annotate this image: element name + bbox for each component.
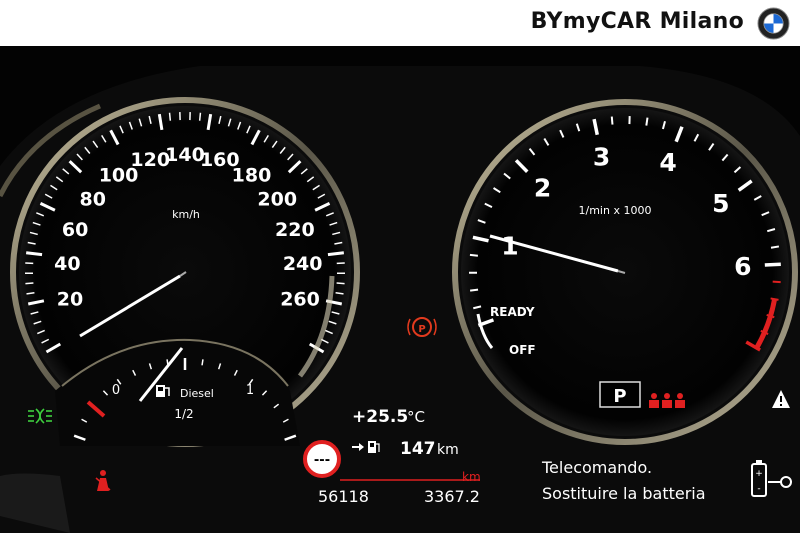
speed-label: 200	[257, 188, 297, 210]
rpm-label: 5	[712, 189, 729, 218]
rpm-tick	[469, 253, 478, 257]
instrument-cluster: 20406080100120140160180200220240260 km/h…	[0, 46, 800, 533]
dashboard-photo: BYmyCAR Milano 20 40 60 80 100 120 140 1…	[0, 0, 800, 533]
message-line-1: Telecomando.	[541, 458, 652, 477]
passengers-icon	[649, 393, 685, 408]
rpm-label: 1	[501, 232, 518, 261]
svg-text:P: P	[613, 386, 626, 407]
speed-label: 140	[165, 144, 205, 166]
speed-label: 240	[283, 253, 323, 275]
rpm-label: 3	[593, 142, 610, 171]
rpm-tick	[770, 245, 780, 249]
message-line-2: Sostituire la batteria	[542, 484, 706, 503]
range-value: 147	[400, 439, 436, 459]
speed-limit-sign: ---	[303, 440, 341, 478]
speed-tick	[168, 112, 172, 121]
speed-label: 40	[54, 253, 80, 275]
rpm-tick	[610, 116, 614, 125]
outside-temperature: +25.5	[352, 407, 408, 427]
trip-value: 3367.2	[424, 487, 480, 506]
fuel-half-label: 1/2	[174, 407, 193, 421]
rpm-tick	[764, 262, 781, 267]
dealer-name: BYmyCAR Milano	[530, 9, 744, 34]
bmw-roundel-logo	[757, 7, 790, 40]
temperature-unit: °C	[407, 408, 425, 426]
speed-label: 60	[62, 219, 88, 241]
rpm-label: 6	[734, 252, 751, 281]
speed-tick	[25, 282, 34, 285]
rpm-label: 4	[659, 148, 676, 177]
speed-label: 180	[232, 165, 272, 187]
fuel-full-label: 1	[246, 383, 254, 398]
header-bar: BYmyCAR Milano	[0, 0, 800, 46]
speed-label: 80	[80, 188, 106, 210]
fuel-empty-label: 0	[112, 383, 120, 398]
ready-label: READY	[490, 305, 535, 319]
speed-label: 120	[130, 149, 170, 171]
speed-tick	[25, 251, 43, 257]
rpm-unit: 1/min x 1000	[579, 204, 652, 217]
rpm-label: 2	[534, 174, 551, 203]
range-unit: km	[437, 442, 459, 458]
svg-text:---: ---	[314, 453, 330, 468]
odometer-value: 56118	[318, 487, 369, 506]
gear-indicator: P	[599, 381, 641, 408]
speed-unit: km/h	[172, 208, 200, 221]
speed-tick	[327, 251, 345, 257]
speed-tick	[198, 112, 202, 121]
speed-label: 260	[280, 288, 320, 310]
off-label: OFF	[509, 343, 536, 357]
rpm-tick	[772, 280, 781, 284]
svg-text:+: +	[755, 469, 763, 479]
fuel-type-label: Diesel	[180, 387, 214, 400]
rpm-tick	[645, 117, 649, 126]
fuel-tick	[201, 359, 204, 366]
speed-tick	[336, 282, 345, 285]
distance-unit: km	[462, 470, 481, 484]
speed-label: 220	[275, 219, 315, 241]
rpm-tick	[469, 288, 479, 292]
svg-text:P: P	[418, 324, 425, 335]
svg-text:-: -	[757, 484, 760, 494]
speed-label: 20	[57, 288, 83, 310]
